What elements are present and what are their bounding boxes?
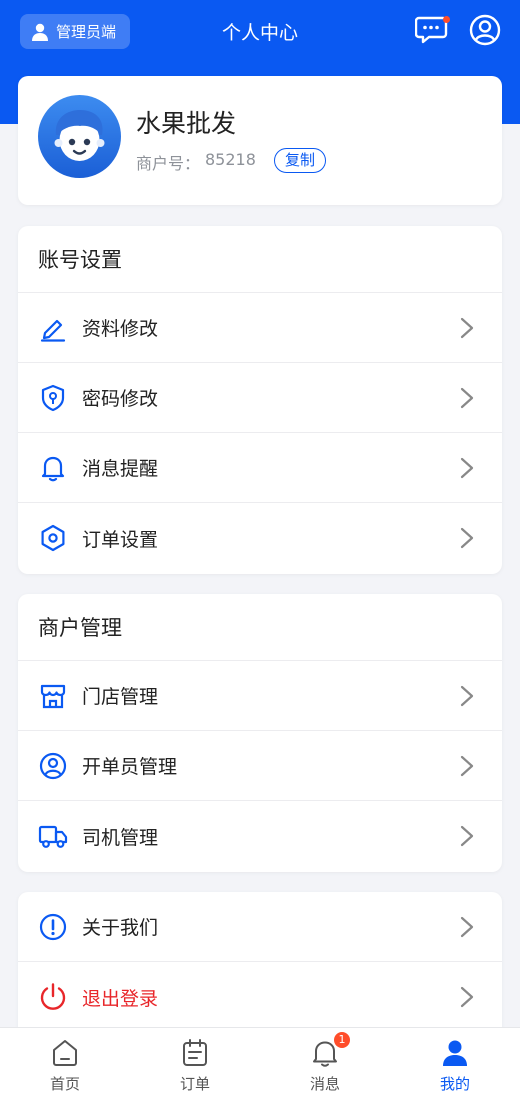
chevron-right-icon [460, 916, 474, 938]
menu-item-label: 开单员管理 [82, 756, 178, 778]
copy-button[interactable]: 复制 [274, 148, 326, 173]
person-circle-icon [38, 751, 68, 781]
chevron-right-icon [460, 755, 474, 777]
unread-count-badge: 1 [334, 1032, 350, 1048]
bottom-tab-bar: 首页 订单 1 消息 我的 [0, 1027, 520, 1097]
user-circle-icon[interactable] [469, 14, 501, 46]
menu-item-profile-edit[interactable]: 资料修改 [18, 293, 502, 363]
edit-pen-icon [38, 313, 68, 343]
chevron-right-icon [460, 317, 474, 339]
tab-home[interactable]: 首页 [0, 1028, 130, 1097]
unread-dot [443, 16, 450, 23]
tab-label: 首页 [49, 1075, 80, 1093]
home-icon [49, 1037, 81, 1069]
bell-icon [38, 453, 68, 483]
menu-item-password-edit[interactable]: 密码修改 [18, 363, 502, 433]
power-icon [38, 982, 68, 1012]
merchant-id-value: 85218 [205, 150, 256, 169]
tab-label: 我的 [439, 1075, 470, 1093]
tab-label: 消息 [309, 1075, 340, 1093]
tab-mine[interactable]: 我的 [390, 1028, 520, 1097]
menu-item-about-us[interactable]: 关于我们 [18, 892, 502, 962]
menu-item-label: 密码修改 [82, 388, 159, 410]
section-title: 账号设置 [18, 226, 502, 293]
chevron-right-icon [460, 685, 474, 707]
chevron-right-icon [460, 387, 474, 409]
misc-card: 关于我们 退出登录 [18, 892, 502, 1042]
shield-key-icon [38, 383, 68, 413]
menu-item-store-management[interactable]: 门店管理 [18, 661, 502, 731]
menu-item-label: 退出登录 [82, 987, 159, 1010]
chevron-right-icon [460, 986, 474, 1008]
tab-messages[interactable]: 1 消息 [260, 1028, 390, 1097]
menu-item-logout[interactable]: 退出登录 [18, 962, 502, 1032]
section-title: 商户管理 [18, 594, 502, 661]
store-icon [38, 681, 68, 711]
tab-orders[interactable]: 订单 [130, 1028, 260, 1097]
menu-item-notifications[interactable]: 消息提醒 [18, 433, 502, 503]
menu-item-label: 资料修改 [82, 318, 159, 340]
menu-item-label: 关于我们 [82, 917, 159, 939]
chevron-right-icon [460, 457, 474, 479]
merchant-management-card: 商户管理 门店管理 开单员管理 司机管理 [18, 594, 502, 872]
account-settings-card: 账号设置 资料修改 密码修改 消息提醒 订单设置 [18, 226, 502, 574]
chevron-right-icon [460, 825, 474, 847]
menu-item-label: 消息提醒 [82, 458, 159, 480]
tab-label: 订单 [179, 1075, 210, 1093]
menu-item-label: 订单设置 [82, 528, 159, 551]
menu-item-order-settings[interactable]: 订单设置 [18, 503, 502, 573]
menu-item-driver-management[interactable]: 司机管理 [18, 801, 502, 871]
menu-item-label: 司机管理 [82, 826, 159, 849]
chevron-right-icon [460, 527, 474, 549]
order-calendar-icon [179, 1037, 211, 1069]
truck-icon [38, 821, 68, 851]
profile-card: 水果批发 商户号： 85218 复制 [18, 76, 502, 205]
avatar[interactable] [38, 95, 121, 178]
merchant-id-label: 商户号： [136, 154, 201, 173]
menu-item-label: 门店管理 [82, 686, 159, 708]
person-icon [439, 1037, 471, 1069]
shop-name: 水果批发 [136, 109, 237, 138]
top-bar: 管理员端 个人中心 [0, 0, 520, 64]
hexagon-settings-icon [38, 523, 68, 553]
menu-item-clerk-management[interactable]: 开单员管理 [18, 731, 502, 801]
info-exclaim-icon [38, 912, 68, 942]
